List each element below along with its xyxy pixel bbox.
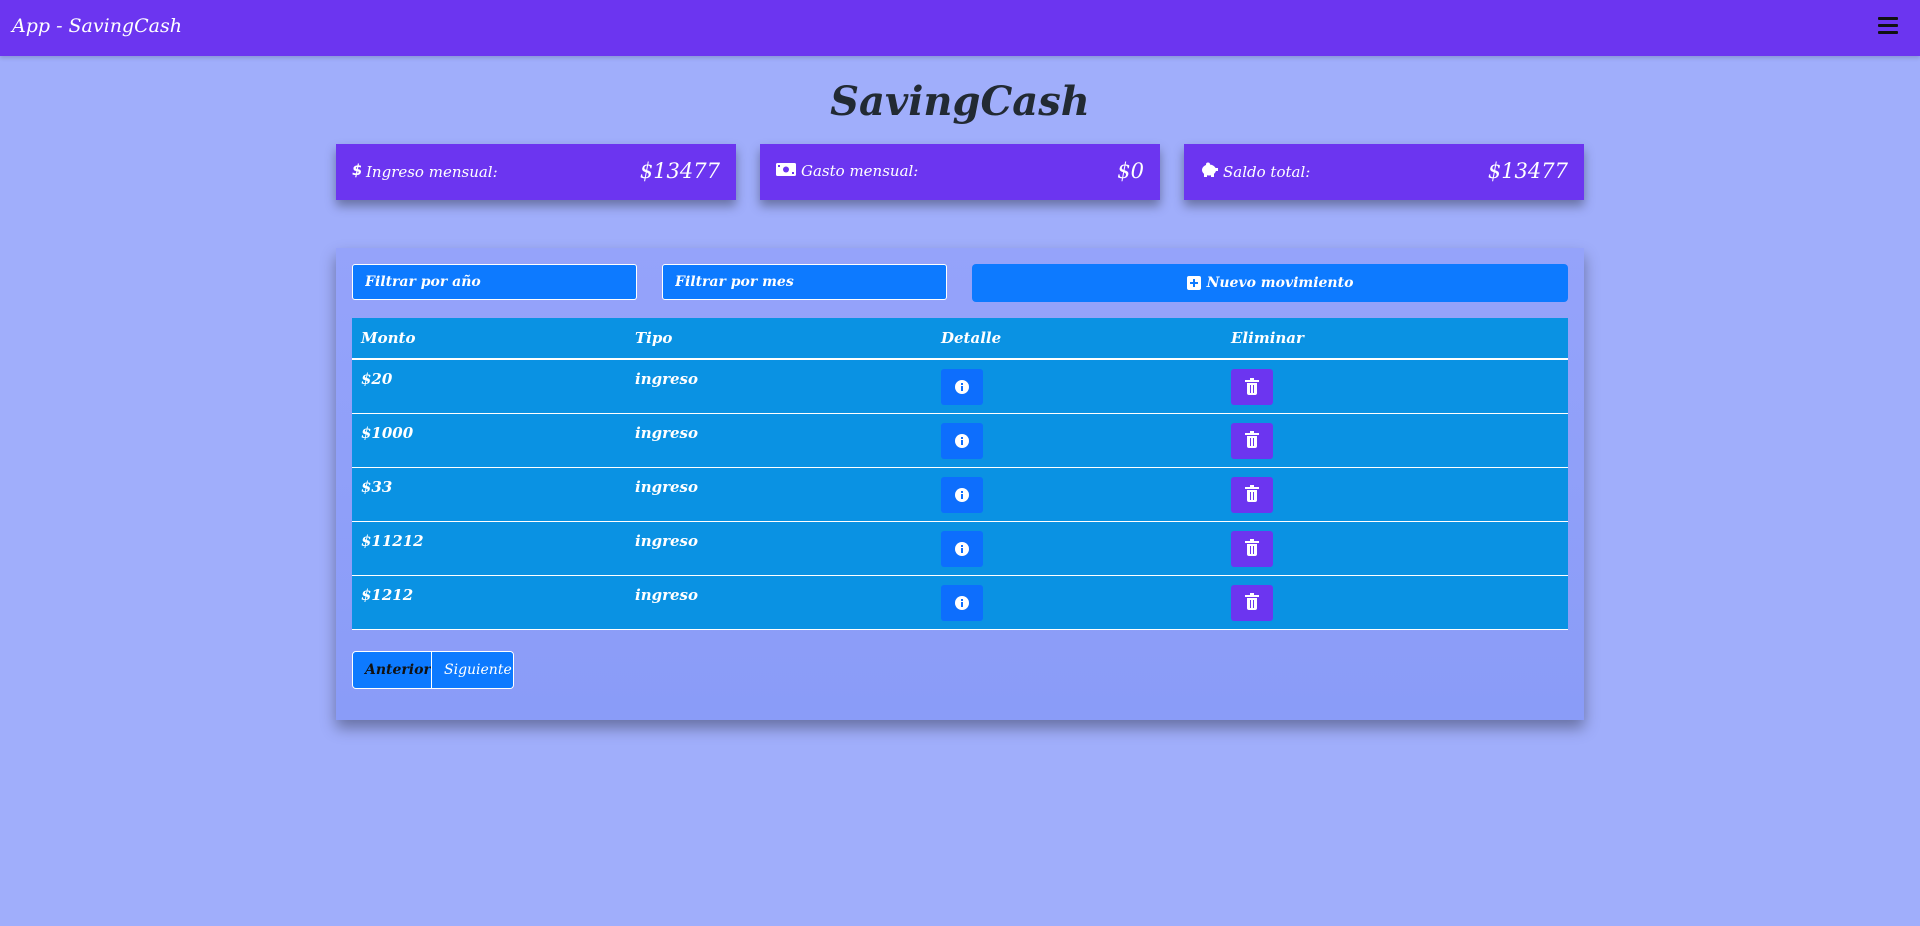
card-saldo-label: Saldo total: — [1223, 162, 1311, 181]
navbar: App - SavingCash — [0, 0, 1920, 56]
card-ingreso-label-wrap: $ Ingreso mensual: — [352, 161, 498, 182]
info-circle-icon — [955, 380, 969, 394]
card-ingreso-mensual: $ Ingreso mensual: $13477 — [336, 144, 736, 200]
cell-tipo: ingreso — [626, 359, 932, 414]
page-title: SavingCash — [830, 78, 1090, 125]
trash-icon — [1245, 593, 1259, 610]
cell-monto: $20 — [352, 359, 626, 414]
card-gasto-mensual: Gasto mensual: $0 — [760, 144, 1160, 200]
cell-tipo: ingreso — [626, 575, 932, 630]
delete-button[interactable] — [1231, 369, 1273, 405]
card-saldo-label-wrap: Saldo total: — [1200, 162, 1310, 181]
info-circle-icon — [955, 433, 969, 448]
new-movement-button[interactable]: Nuevo movimiento — [972, 264, 1568, 302]
detail-button[interactable] — [941, 369, 983, 405]
piggy-bank-icon — [1200, 162, 1218, 181]
detail-button[interactable] — [941, 422, 983, 459]
next-page-button[interactable]: Siguiente — [431, 652, 513, 688]
cell-eliminar — [1222, 467, 1568, 522]
table-row: $1212 ingreso — [352, 575, 1568, 630]
new-movement-label: Nuevo movimiento — [1206, 275, 1354, 291]
plus-square-icon — [1186, 276, 1201, 290]
info-circle-icon — [955, 487, 969, 502]
table-row: $20 ingreso — [352, 359, 1568, 414]
dollar-icon: $ — [352, 161, 362, 182]
card-gasto-label-wrap: Gasto mensual: — [776, 162, 918, 180]
column-header-tipo: Tipo — [626, 318, 932, 360]
column-header-detalle: Detalle — [932, 318, 1222, 360]
prev-page-button[interactable]: Anterior — [353, 652, 431, 688]
cell-detalle — [932, 359, 1222, 414]
card-ingreso-label: Ingreso mensual: — [366, 163, 498, 181]
pagination: Anterior Siguiente — [352, 651, 514, 689]
cell-eliminar — [1222, 413, 1568, 468]
table-row: $1000 ingreso — [352, 413, 1568, 468]
svg-text:$: $ — [352, 162, 361, 178]
cell-eliminar — [1222, 575, 1568, 630]
cell-tipo: ingreso — [626, 413, 932, 468]
detail-button[interactable] — [941, 530, 983, 567]
delete-button[interactable] — [1231, 584, 1273, 621]
info-circle-icon — [955, 541, 969, 556]
info-circle-icon — [955, 595, 969, 610]
cell-detalle — [932, 467, 1222, 522]
cell-tipo: ingreso — [626, 521, 932, 576]
brand-link[interactable]: App - SavingCash — [12, 15, 182, 37]
column-header-eliminar: Eliminar — [1222, 318, 1568, 360]
table-header-row: Monto Tipo Detalle Eliminar — [352, 318, 1568, 360]
card-gasto-value: $0 — [1117, 159, 1144, 183]
cell-monto: $33 — [352, 467, 626, 522]
delete-button[interactable] — [1231, 476, 1273, 513]
card-saldo-total: Saldo total: $13477 — [1184, 144, 1584, 200]
movements-panel: Nuevo movimiento Monto Tipo Detalle Elim… — [336, 248, 1584, 720]
cell-monto: $1212 — [352, 575, 626, 630]
table-row: $33 ingreso — [352, 467, 1568, 522]
detail-button[interactable] — [941, 584, 983, 621]
card-ingreso-value: $13477 — [639, 159, 720, 183]
filter-year-input[interactable] — [352, 264, 637, 300]
trash-icon — [1245, 431, 1259, 448]
movements-table: Monto Tipo Detalle Eliminar $20 ingreso … — [352, 318, 1568, 630]
cell-monto: $1000 — [352, 413, 626, 468]
hamburger-menu-icon[interactable] — [1878, 17, 1898, 35]
trash-icon — [1245, 485, 1259, 502]
cell-eliminar — [1222, 359, 1568, 414]
delete-button[interactable] — [1231, 422, 1273, 459]
cell-eliminar — [1222, 521, 1568, 576]
table-row: $11212 ingreso — [352, 521, 1568, 576]
delete-button[interactable] — [1231, 530, 1273, 567]
money-bill-icon — [776, 162, 796, 180]
cell-monto: $11212 — [352, 521, 626, 576]
detail-button[interactable] — [941, 476, 983, 513]
cell-detalle — [932, 521, 1222, 576]
trash-icon — [1245, 539, 1259, 556]
cell-tipo: ingreso — [626, 467, 932, 522]
column-header-monto: Monto — [352, 318, 626, 360]
card-gasto-label: Gasto mensual: — [801, 162, 919, 180]
cell-detalle — [932, 413, 1222, 468]
card-saldo-value: $13477 — [1487, 159, 1568, 183]
trash-icon — [1245, 377, 1259, 395]
cell-detalle — [932, 575, 1222, 630]
filter-month-input[interactable] — [662, 264, 947, 300]
